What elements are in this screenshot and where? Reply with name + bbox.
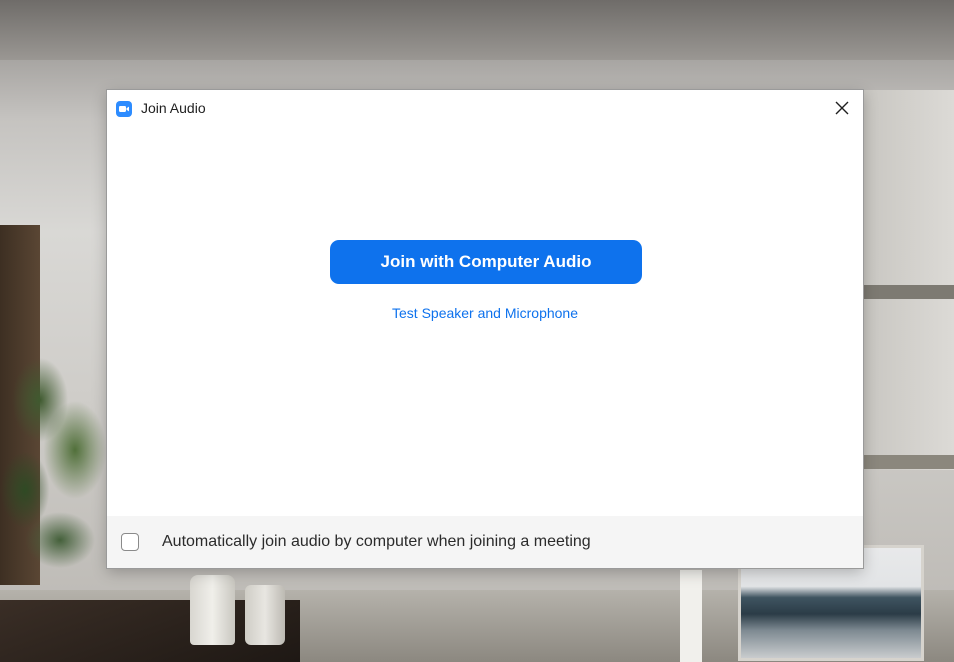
background-pillar <box>680 570 702 662</box>
join-with-computer-audio-button[interactable]: Join with Computer Audio <box>330 240 642 284</box>
zoom-camera-icon <box>116 101 132 117</box>
background-ceiling <box>0 0 954 60</box>
auto-join-checkbox[interactable] <box>121 533 139 551</box>
background-plant <box>0 330 110 590</box>
background-jar <box>190 575 235 645</box>
dialog-titlebar: Join Audio <box>107 90 863 126</box>
background-wall <box>862 90 954 470</box>
join-audio-dialog: Join Audio Join with Computer Audio Test… <box>107 90 863 568</box>
test-speaker-microphone-link[interactable]: Test Speaker and Microphone <box>107 304 863 322</box>
auto-join-label[interactable]: Automatically join audio by computer whe… <box>162 532 591 552</box>
dialog-title: Join Audio <box>141 100 206 116</box>
close-icon <box>835 101 849 115</box>
dialog-footer: Automatically join audio by computer whe… <box>107 516 863 568</box>
close-button[interactable] <box>827 94 857 122</box>
background-window-frame-lower <box>862 455 954 469</box>
background-window-frame <box>862 285 954 299</box>
background-jar-small <box>245 585 285 645</box>
